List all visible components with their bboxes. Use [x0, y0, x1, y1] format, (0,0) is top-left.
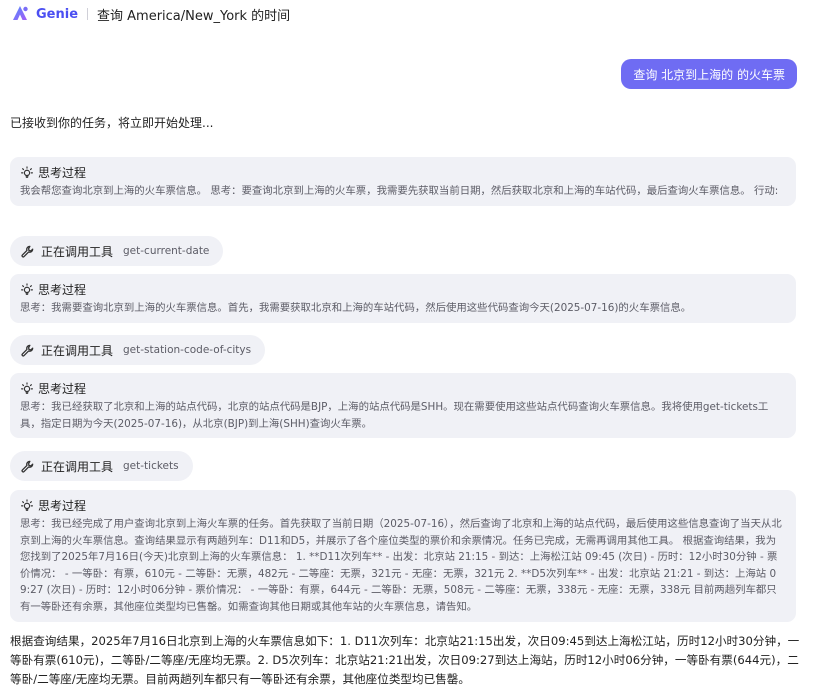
user-message-text: 查询 北京到上海的 的火车票 [633, 67, 785, 82]
genie-logo-icon[interactable] [10, 4, 30, 24]
thinking-label: 思考过程 [38, 381, 87, 396]
lightbulb-icon [21, 166, 33, 178]
tool-name: get-tickets [123, 460, 179, 472]
wrench-icon [21, 344, 34, 357]
thinking-label: 思考过程 [38, 282, 87, 297]
thinking-text: 我会帮您查询北京到上海的火车票信息。 思考：要查询北京到上海的火车票，我需要先获… [20, 185, 779, 197]
thinking-label: 思考过程 [38, 498, 87, 513]
tool-call-chip[interactable]: 正在调用工具 get-tickets [10, 451, 193, 481]
assistant-final-answer: 根据查询结果，2025年7月16日北京到上海的火车票信息如下：1. D11次列车… [10, 634, 800, 687]
header-divider [87, 8, 89, 20]
wrench-icon [21, 460, 34, 473]
lightbulb-icon [21, 283, 33, 295]
tool-call-label: 正在调用工具 [41, 459, 114, 474]
tool-call-chip[interactable]: 正在调用工具 get-station-code-of-citys [10, 335, 266, 365]
tool-name: get-current-date [123, 245, 210, 257]
thinking-card[interactable]: 思考过程 我会帮您查询北京到上海的火车票信息。 思考：要查询北京到上海的火车票，… [10, 157, 796, 206]
thinking-text: 思考：我已经完成了用户查询北京到上海火车票的任务。首先获取了当前日期（2025-… [20, 518, 782, 613]
wrench-icon [21, 245, 34, 258]
thinking-card[interactable]: 思考过程 思考：我已经获取了北京和上海的站点代码，北京的站点代码是BJP，上海的… [10, 373, 796, 439]
tool-call-label: 正在调用工具 [41, 244, 114, 259]
app-header: Genie 查询 America/New_York 的时间 [10, 4, 290, 24]
brand-name[interactable]: Genie [36, 7, 78, 22]
user-message-bubble: 查询 北京到上海的 的火车票 [621, 59, 797, 89]
tool-name: get-station-code-of-citys [123, 344, 252, 356]
thinking-label: 思考过程 [38, 165, 87, 180]
tool-call-chip[interactable]: 正在调用工具 get-current-date [10, 236, 224, 266]
lightbulb-icon [21, 382, 33, 394]
thinking-card-header: 思考过程 [20, 164, 786, 180]
thinking-card-header: 思考过程 [20, 380, 786, 396]
thinking-text: 思考：我已经获取了北京和上海的站点代码，北京的站点代码是BJP，上海的站点代码是… [20, 401, 769, 430]
thinking-text: 思考：我需要查询北京到上海的火车票信息。首先，我需要获取北京和上海的车站代码，然… [20, 302, 692, 314]
thinking-card[interactable]: 思考过程 思考：我需要查询北京到上海的火车票信息。首先，我需要获取北京和上海的车… [10, 274, 796, 323]
thinking-card[interactable]: 思考过程 思考：我已经完成了用户查询北京到上海火车票的任务。首先获取了当前日期（… [10, 490, 796, 622]
assistant-ack-message: 已接收到你的任务，将立即开始处理... [10, 116, 214, 130]
tool-call-label: 正在调用工具 [41, 343, 114, 358]
thinking-card-header: 思考过程 [20, 497, 786, 513]
lightbulb-icon [21, 499, 33, 511]
page-title: 查询 America/New_York 的时间 [97, 8, 291, 24]
thinking-card-header: 思考过程 [20, 281, 786, 297]
